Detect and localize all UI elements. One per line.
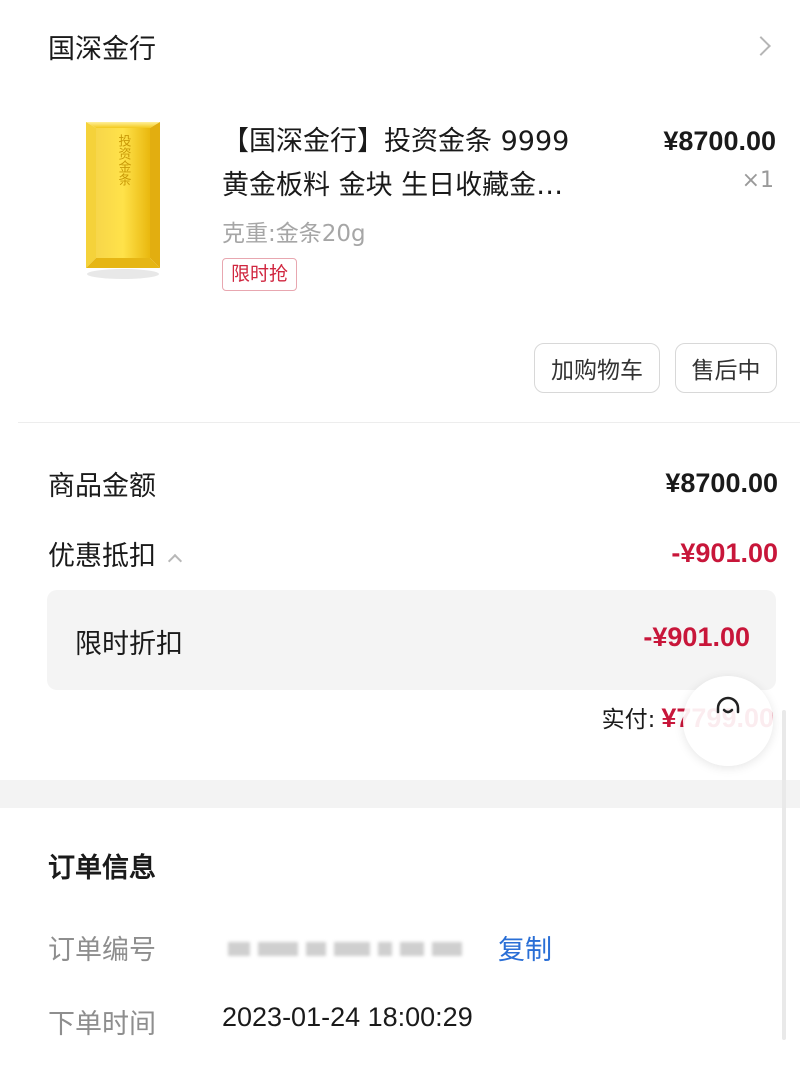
discount-value: -¥901.00 [671,538,778,568]
after-sale-button[interactable]: 售后中 [675,343,777,393]
order-time-value: 2023-01-24 18:00:29 [222,1002,473,1032]
scrollbar[interactable] [782,710,786,1040]
product-image[interactable]: 投资金条 [82,118,164,283]
product-title-line1: 【国深金行】投资金条 9999 [222,126,570,157]
product-quantity: ×1 [741,168,774,193]
headset-icon [716,696,740,714]
discount-detail-box: 限时折扣 -¥901.00 [47,590,776,690]
copy-order-no-button[interactable]: 复制 [498,928,552,967]
discount-label-wrap: 优惠抵扣 [48,534,183,573]
flash-discount-label: 限时折扣 [75,629,183,660]
chevron-up-icon[interactable] [167,553,183,568]
divider [18,422,800,423]
paid-label: 实付: [601,707,656,733]
flash-discount-value: -¥901.00 [643,622,750,652]
product-title-line2: 黄金板料 金块 生日收藏金… [222,170,564,201]
product-price: ¥8700.00 [663,126,776,156]
store-row[interactable]: 国深金行 [48,24,778,68]
goods-amount-row: 商品金额 ¥8700.00 [48,464,778,503]
add-to-cart-button[interactable]: 加购物车 [534,343,660,393]
order-info-title: 订单信息 [48,853,156,884]
store-name: 国深金行 [48,33,156,65]
order-no-label: 订单编号 [48,935,156,966]
goods-amount-value: ¥8700.00 [665,468,778,498]
goods-amount-label: 商品金额 [48,471,156,502]
product-title[interactable]: 【国深金行】投资金条 9999 黄金板料 金块 生日收藏金… [222,120,622,208]
customer-service-float-button[interactable] [683,676,773,766]
chevron-right-icon [751,36,771,56]
product-spec: 克重:金条20g [222,221,366,247]
flash-sale-tag: 限时抢 [222,258,298,291]
order-time-label: 下单时间 [48,1009,156,1040]
product-image-label: 投资金条 [116,133,132,186]
discount-row[interactable]: 优惠抵扣 -¥901.00 [48,534,778,573]
discount-label: 优惠抵扣 [48,541,156,572]
order-no-value-redacted [228,936,490,962]
